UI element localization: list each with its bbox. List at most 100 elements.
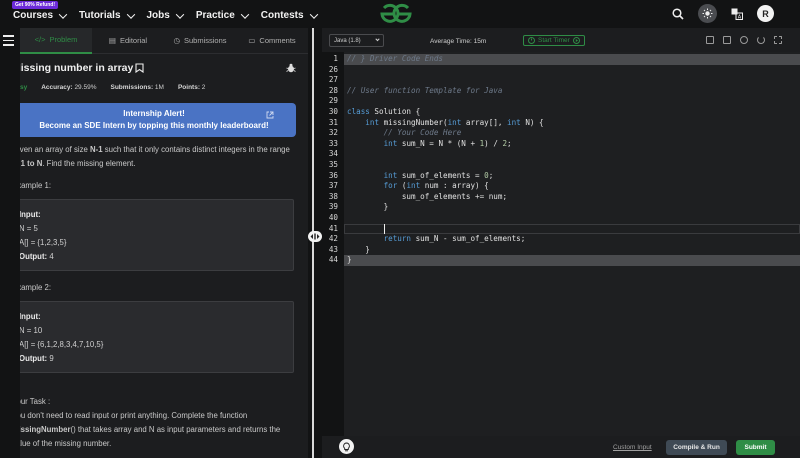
nav-right-actions: A R [672, 4, 774, 23]
example2-box: Input: N = 10 A[] = {6,1,2,8,3,4,7,10,5}… [12, 301, 294, 373]
line-number: 37 [328, 181, 338, 191]
document-icon: ▤ [108, 36, 116, 45]
chat-icon: ▭ [248, 36, 256, 45]
settings-icon[interactable] [740, 36, 748, 44]
line-number: 43 [328, 244, 338, 254]
nav-courses[interactable]: Courses [13, 9, 68, 21]
reset-icon[interactable] [757, 36, 765, 44]
bookmark-icon[interactable] [135, 63, 144, 73]
line-number: 35 [328, 160, 338, 169]
code-line: } [347, 202, 389, 212]
translate-icon[interactable]: A [731, 8, 743, 20]
tab-comments[interactable]: ▭ Comments [236, 28, 308, 54]
chevron-down-icon [126, 9, 135, 19]
bug-report-icon[interactable] [286, 63, 296, 73]
text-cursor [384, 223, 385, 234]
play-icon [572, 37, 580, 44]
example2-label: Example 2: [12, 283, 52, 292]
code-line: } [344, 255, 800, 266]
clock-icon: ◷ [173, 36, 180, 45]
theme-toggle-button[interactable] [698, 4, 717, 23]
code-line [344, 223, 800, 235]
line-number: 41 [328, 223, 338, 233]
problem-panel: </> Problem ▤ Editorial ◷ Submissions ▭ Comm… [0, 28, 308, 458]
editor-toolbar: Java (1.8) Average Time: 15m Start Timer [322, 28, 800, 52]
divider-line [312, 28, 314, 458]
nav-jobs[interactable]: Jobs [147, 9, 185, 21]
submit-button[interactable]: Submit [736, 440, 775, 455]
line-number: 34 [328, 149, 338, 159]
average-time: Average Time: 15m [430, 38, 487, 45]
example1-label: Example 1: [12, 181, 52, 190]
user-avatar[interactable]: R [757, 5, 774, 22]
submissions-count: Submissions: 1M [110, 84, 164, 91]
nav-menu: Courses Tutorials Jobs Practice Contests [0, 7, 330, 21]
code-editor[interactable]: // } Driver Code Ends // User function Te… [344, 52, 800, 436]
code-line: // User function Template for Java [347, 85, 503, 95]
external-link-icon [266, 111, 274, 119]
editor-footer: Custom Input Compile & Run Submit [322, 436, 800, 458]
copy-icon[interactable] [706, 36, 714, 44]
line-number: 33 [328, 138, 338, 148]
code-line: int sum_of_elements = 0; [383, 170, 494, 180]
timer-icon [528, 37, 535, 44]
nav-practice[interactable]: Practice [196, 9, 250, 21]
panel-divider [308, 28, 322, 458]
custom-input-link[interactable]: Custom Input [613, 444, 652, 451]
example1-box: Input: N = 5 A[] = {1,2,3,5} Output: 4 [12, 199, 294, 271]
line-number: 44 [328, 255, 338, 265]
problem-tabs: </> Problem ▤ Editorial ◷ Submissions ▭ Comm… [20, 28, 308, 54]
compile-run-button[interactable]: Compile & Run [666, 440, 727, 455]
sun-icon [702, 8, 713, 19]
code-line: sum_of_elements += num; [347, 191, 508, 201]
file-icon[interactable] [723, 36, 731, 44]
refund-promo-badge[interactable]: Get 90% Refund! [12, 1, 59, 9]
problem-content: Missing number in array Easy Accuracy: 2… [0, 56, 308, 451]
top-navbar: Get 90% Refund! Courses Tutorials Jobs P… [0, 0, 800, 28]
line-number: 40 [328, 213, 338, 222]
code-line: // Your Code Here [383, 128, 462, 138]
line-number: 1 [333, 54, 338, 63]
your-task-label: Your Task : [12, 397, 51, 406]
resize-handle[interactable] [308, 231, 322, 242]
line-number: 28 [328, 85, 338, 95]
lightbulb-icon [343, 442, 350, 451]
code-icon: </> [34, 35, 46, 44]
tab-problem[interactable]: </> Problem [20, 28, 92, 54]
menu-icon[interactable] [3, 35, 14, 49]
internship-banner[interactable]: Internship Alert! Become an SDE Intern b… [12, 103, 296, 137]
code-line: int sum_N = N * (N + 1) / 2; [383, 138, 512, 148]
chevron-down-icon [58, 9, 68, 19]
banner-title: Internship Alert! [123, 109, 185, 118]
fullscreen-icon[interactable] [774, 36, 782, 44]
nav-tutorials[interactable]: Tutorials [79, 9, 135, 21]
svg-text:A: A [738, 14, 742, 20]
search-icon[interactable] [672, 7, 684, 20]
line-number: 32 [328, 128, 338, 138]
tab-submissions[interactable]: ◷ Submissions [164, 28, 236, 54]
editor-actions [706, 36, 782, 44]
line-number: 31 [328, 117, 338, 127]
gfg-logo[interactable] [379, 3, 413, 25]
chevron-down-icon [175, 9, 185, 19]
start-timer-button[interactable]: Start Timer [523, 35, 585, 46]
line-number: 30 [328, 107, 338, 116]
your-task-text: You don't need to read input or print an… [12, 411, 281, 448]
line-number: 38 [328, 191, 338, 201]
tab-editorial[interactable]: ▤ Editorial [92, 28, 164, 54]
line-number: 36 [328, 170, 338, 180]
line-number: 27 [328, 75, 338, 85]
nav-contests[interactable]: Contests [261, 9, 318, 21]
problem-title: Missing number in array [12, 62, 296, 74]
language-select[interactable]: Java (1.8) [329, 34, 384, 47]
side-rail [0, 28, 20, 458]
points: Points: 2 [177, 84, 206, 91]
banner-subtitle: Become an SDE Intern by topping this mon… [39, 121, 269, 130]
hint-button[interactable] [339, 439, 354, 454]
chevron-down-icon [240, 9, 250, 19]
code-line: for (int num : array) { [383, 181, 489, 191]
